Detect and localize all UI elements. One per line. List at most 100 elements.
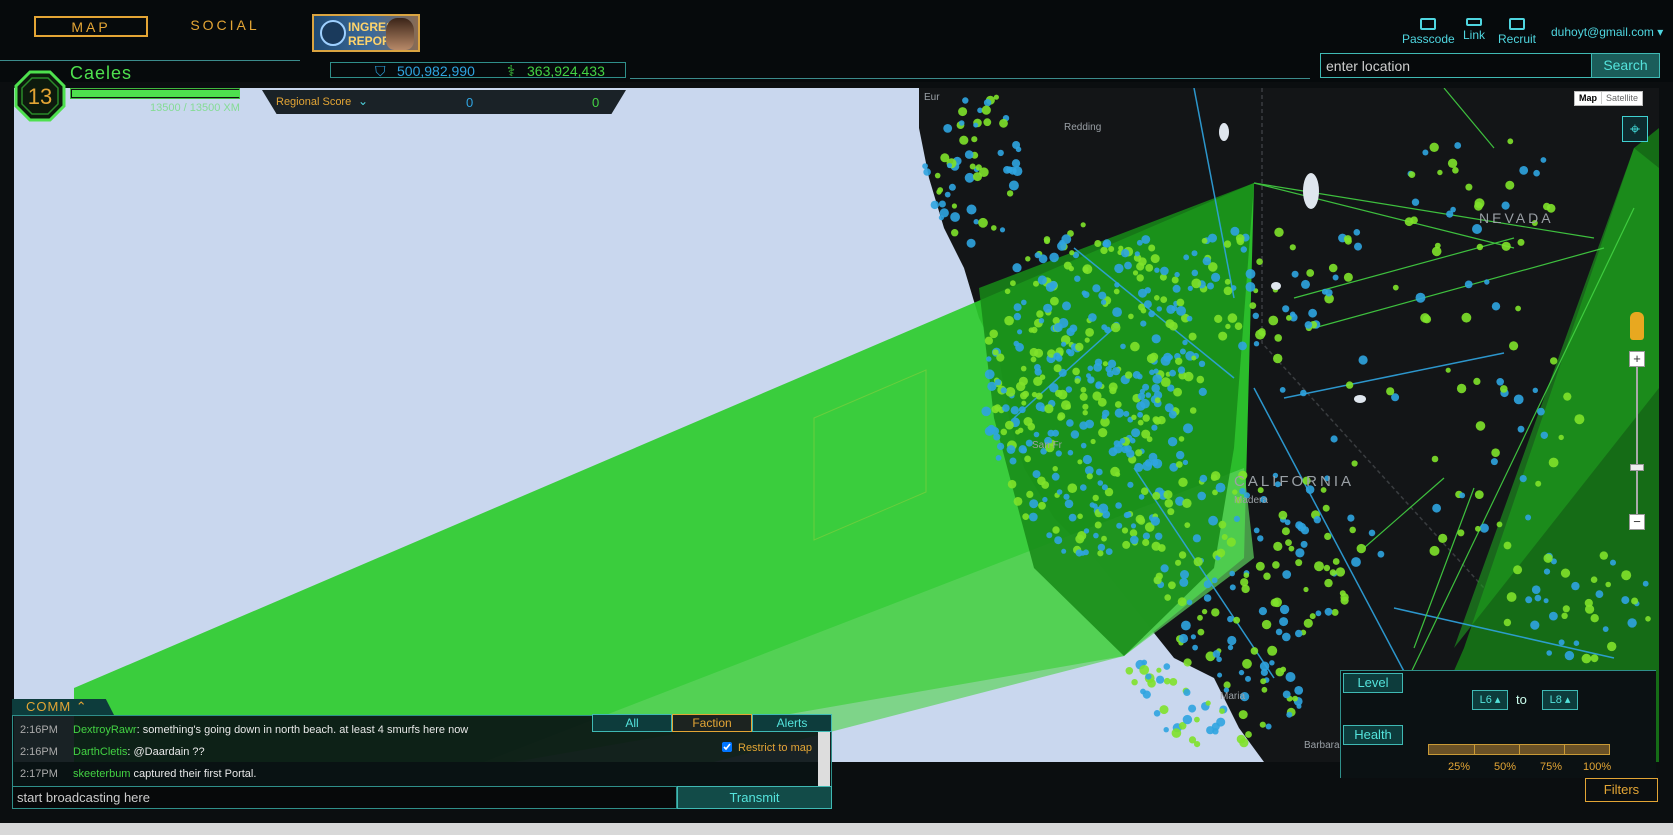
resistance-portal[interactable]: [1543, 598, 1549, 604]
enlightened-portal[interactable]: [991, 225, 997, 231]
enlightened-portal[interactable]: [1007, 479, 1017, 489]
enlightened-portal[interactable]: [1065, 404, 1071, 410]
resistance-portal[interactable]: [1057, 241, 1067, 251]
resistance-portal[interactable]: [997, 442, 1005, 450]
resistance-portal[interactable]: [1179, 577, 1189, 587]
enlightened-portal[interactable]: [1324, 578, 1333, 588]
enlightened-portal[interactable]: [1268, 315, 1279, 326]
enlightened-portal[interactable]: [1082, 403, 1089, 410]
resistance-portal[interactable]: [1531, 585, 1541, 594]
resistance-portal[interactable]: [1156, 306, 1163, 312]
enlightened-portal[interactable]: [1142, 538, 1150, 547]
enlightened-portal[interactable]: [1233, 616, 1241, 624]
enlightened-portal[interactable]: [1475, 525, 1481, 532]
enlightened-portal[interactable]: [1280, 666, 1287, 673]
enlightened-portal[interactable]: [1131, 679, 1138, 686]
resistance-portal[interactable]: [1112, 307, 1122, 317]
resistance-portal[interactable]: [987, 381, 997, 391]
resistance-portal[interactable]: [1037, 275, 1047, 285]
locate-me-button[interactable]: ⌖: [1622, 116, 1648, 142]
enlightened-portal[interactable]: [1590, 614, 1599, 623]
enlightened-portal[interactable]: [1303, 586, 1309, 593]
resistance-portal[interactable]: [1163, 663, 1171, 670]
resistance-portal[interactable]: [1134, 462, 1144, 472]
resistance-portal[interactable]: [1156, 675, 1165, 684]
resistance-portal[interactable]: [1038, 254, 1048, 264]
resistance-portal[interactable]: [1284, 519, 1291, 526]
enlightened-portal[interactable]: [1082, 410, 1088, 416]
resistance-portal[interactable]: [1145, 392, 1152, 398]
enlightened-portal[interactable]: [1026, 490, 1034, 498]
link-link[interactable]: Link: [1463, 18, 1485, 42]
resistance-portal[interactable]: [1540, 157, 1547, 163]
enlightened-portal[interactable]: [1599, 551, 1609, 560]
resistance-portal[interactable]: [1142, 383, 1150, 391]
resistance-portal[interactable]: [1186, 599, 1193, 606]
enlightened-portal[interactable]: [1408, 171, 1416, 178]
enlightened-portal[interactable]: [1022, 513, 1030, 520]
enlightened-portal[interactable]: [1044, 404, 1054, 414]
resistance-portal[interactable]: [1143, 300, 1152, 309]
message-agent[interactable]: DarthCletis: [73, 746, 127, 758]
passcode-link[interactable]: Passcode: [1402, 18, 1455, 46]
enlightened-portal[interactable]: [1329, 569, 1337, 576]
enlightened-portal[interactable]: [1175, 559, 1182, 566]
enlightened-portal[interactable]: [1178, 436, 1185, 442]
resistance-portal[interactable]: [950, 212, 960, 222]
resistance-portal[interactable]: [1134, 251, 1140, 257]
resistance-portal[interactable]: [1051, 472, 1060, 481]
enlightened-portal[interactable]: [1221, 534, 1228, 540]
resistance-portal[interactable]: [923, 168, 931, 176]
ingress-report-banner[interactable]: INGRESS REPORT: [312, 14, 420, 52]
enlightened-portal[interactable]: [1562, 605, 1570, 613]
resistance-portal[interactable]: [1183, 254, 1190, 261]
enlightened-portal[interactable]: [1130, 341, 1140, 352]
resistance-portal[interactable]: [1114, 263, 1124, 274]
resistance-portal[interactable]: [1151, 424, 1158, 431]
enlightened-portal[interactable]: [1140, 487, 1149, 496]
enlightened-portal[interactable]: [1188, 332, 1197, 341]
resistance-portal[interactable]: [1115, 502, 1122, 509]
resistance-portal[interactable]: [1130, 535, 1139, 545]
resistance-portal[interactable]: [1571, 581, 1580, 591]
enlightened-portal[interactable]: [1052, 466, 1058, 472]
enlightened-portal[interactable]: [1535, 480, 1542, 487]
resistance-portal[interactable]: [1155, 532, 1163, 540]
enlightened-portal[interactable]: [1197, 628, 1205, 636]
enlightened-portal[interactable]: [1152, 491, 1161, 500]
resistance-portal[interactable]: [1227, 635, 1237, 646]
enlightened-portal[interactable]: [1295, 559, 1303, 567]
resistance-portal[interactable]: [1124, 261, 1132, 270]
enlightened-portal[interactable]: [1010, 280, 1016, 287]
enlightened-portal[interactable]: [1259, 721, 1266, 728]
enlightened-portal[interactable]: [1004, 288, 1011, 295]
enlightened-portal[interactable]: [1292, 695, 1298, 702]
enlightened-portal[interactable]: [1238, 710, 1248, 720]
resistance-portal[interactable]: [1123, 410, 1130, 417]
enlightened-portal[interactable]: [1431, 455, 1439, 463]
enlightened-portal[interactable]: [1581, 653, 1592, 664]
resistance-portal[interactable]: [1125, 511, 1132, 518]
resistance-portal[interactable]: [1245, 269, 1256, 279]
resistance-portal[interactable]: [987, 424, 996, 434]
enlightened-portal[interactable]: [1201, 608, 1208, 615]
resistance-portal[interactable]: [1282, 570, 1292, 579]
enlightened-portal[interactable]: [1145, 264, 1154, 272]
enlightened-portal[interactable]: [1196, 375, 1205, 384]
message-agent[interactable]: skeeterbum: [73, 768, 130, 780]
resistance-portal[interactable]: [1137, 392, 1146, 400]
enlightened-portal[interactable]: [1263, 572, 1271, 580]
resistance-portal[interactable]: [1432, 503, 1441, 513]
resistance-portal[interactable]: [1519, 166, 1529, 175]
enlightened-portal[interactable]: [1278, 510, 1288, 520]
enlightened-portal[interactable]: [1332, 558, 1340, 565]
resistance-portal[interactable]: [1176, 306, 1186, 316]
enlightened-portal[interactable]: [1184, 522, 1191, 528]
resistance-portal[interactable]: [1543, 568, 1551, 575]
enlightened-portal[interactable]: [971, 136, 978, 143]
enlightened-portal[interactable]: [1085, 328, 1094, 337]
enlightened-portal[interactable]: [1561, 612, 1568, 619]
resistance-portal[interactable]: [1297, 522, 1307, 532]
enlightened-portal[interactable]: [1590, 654, 1599, 663]
resistance-portal[interactable]: [1558, 639, 1565, 646]
